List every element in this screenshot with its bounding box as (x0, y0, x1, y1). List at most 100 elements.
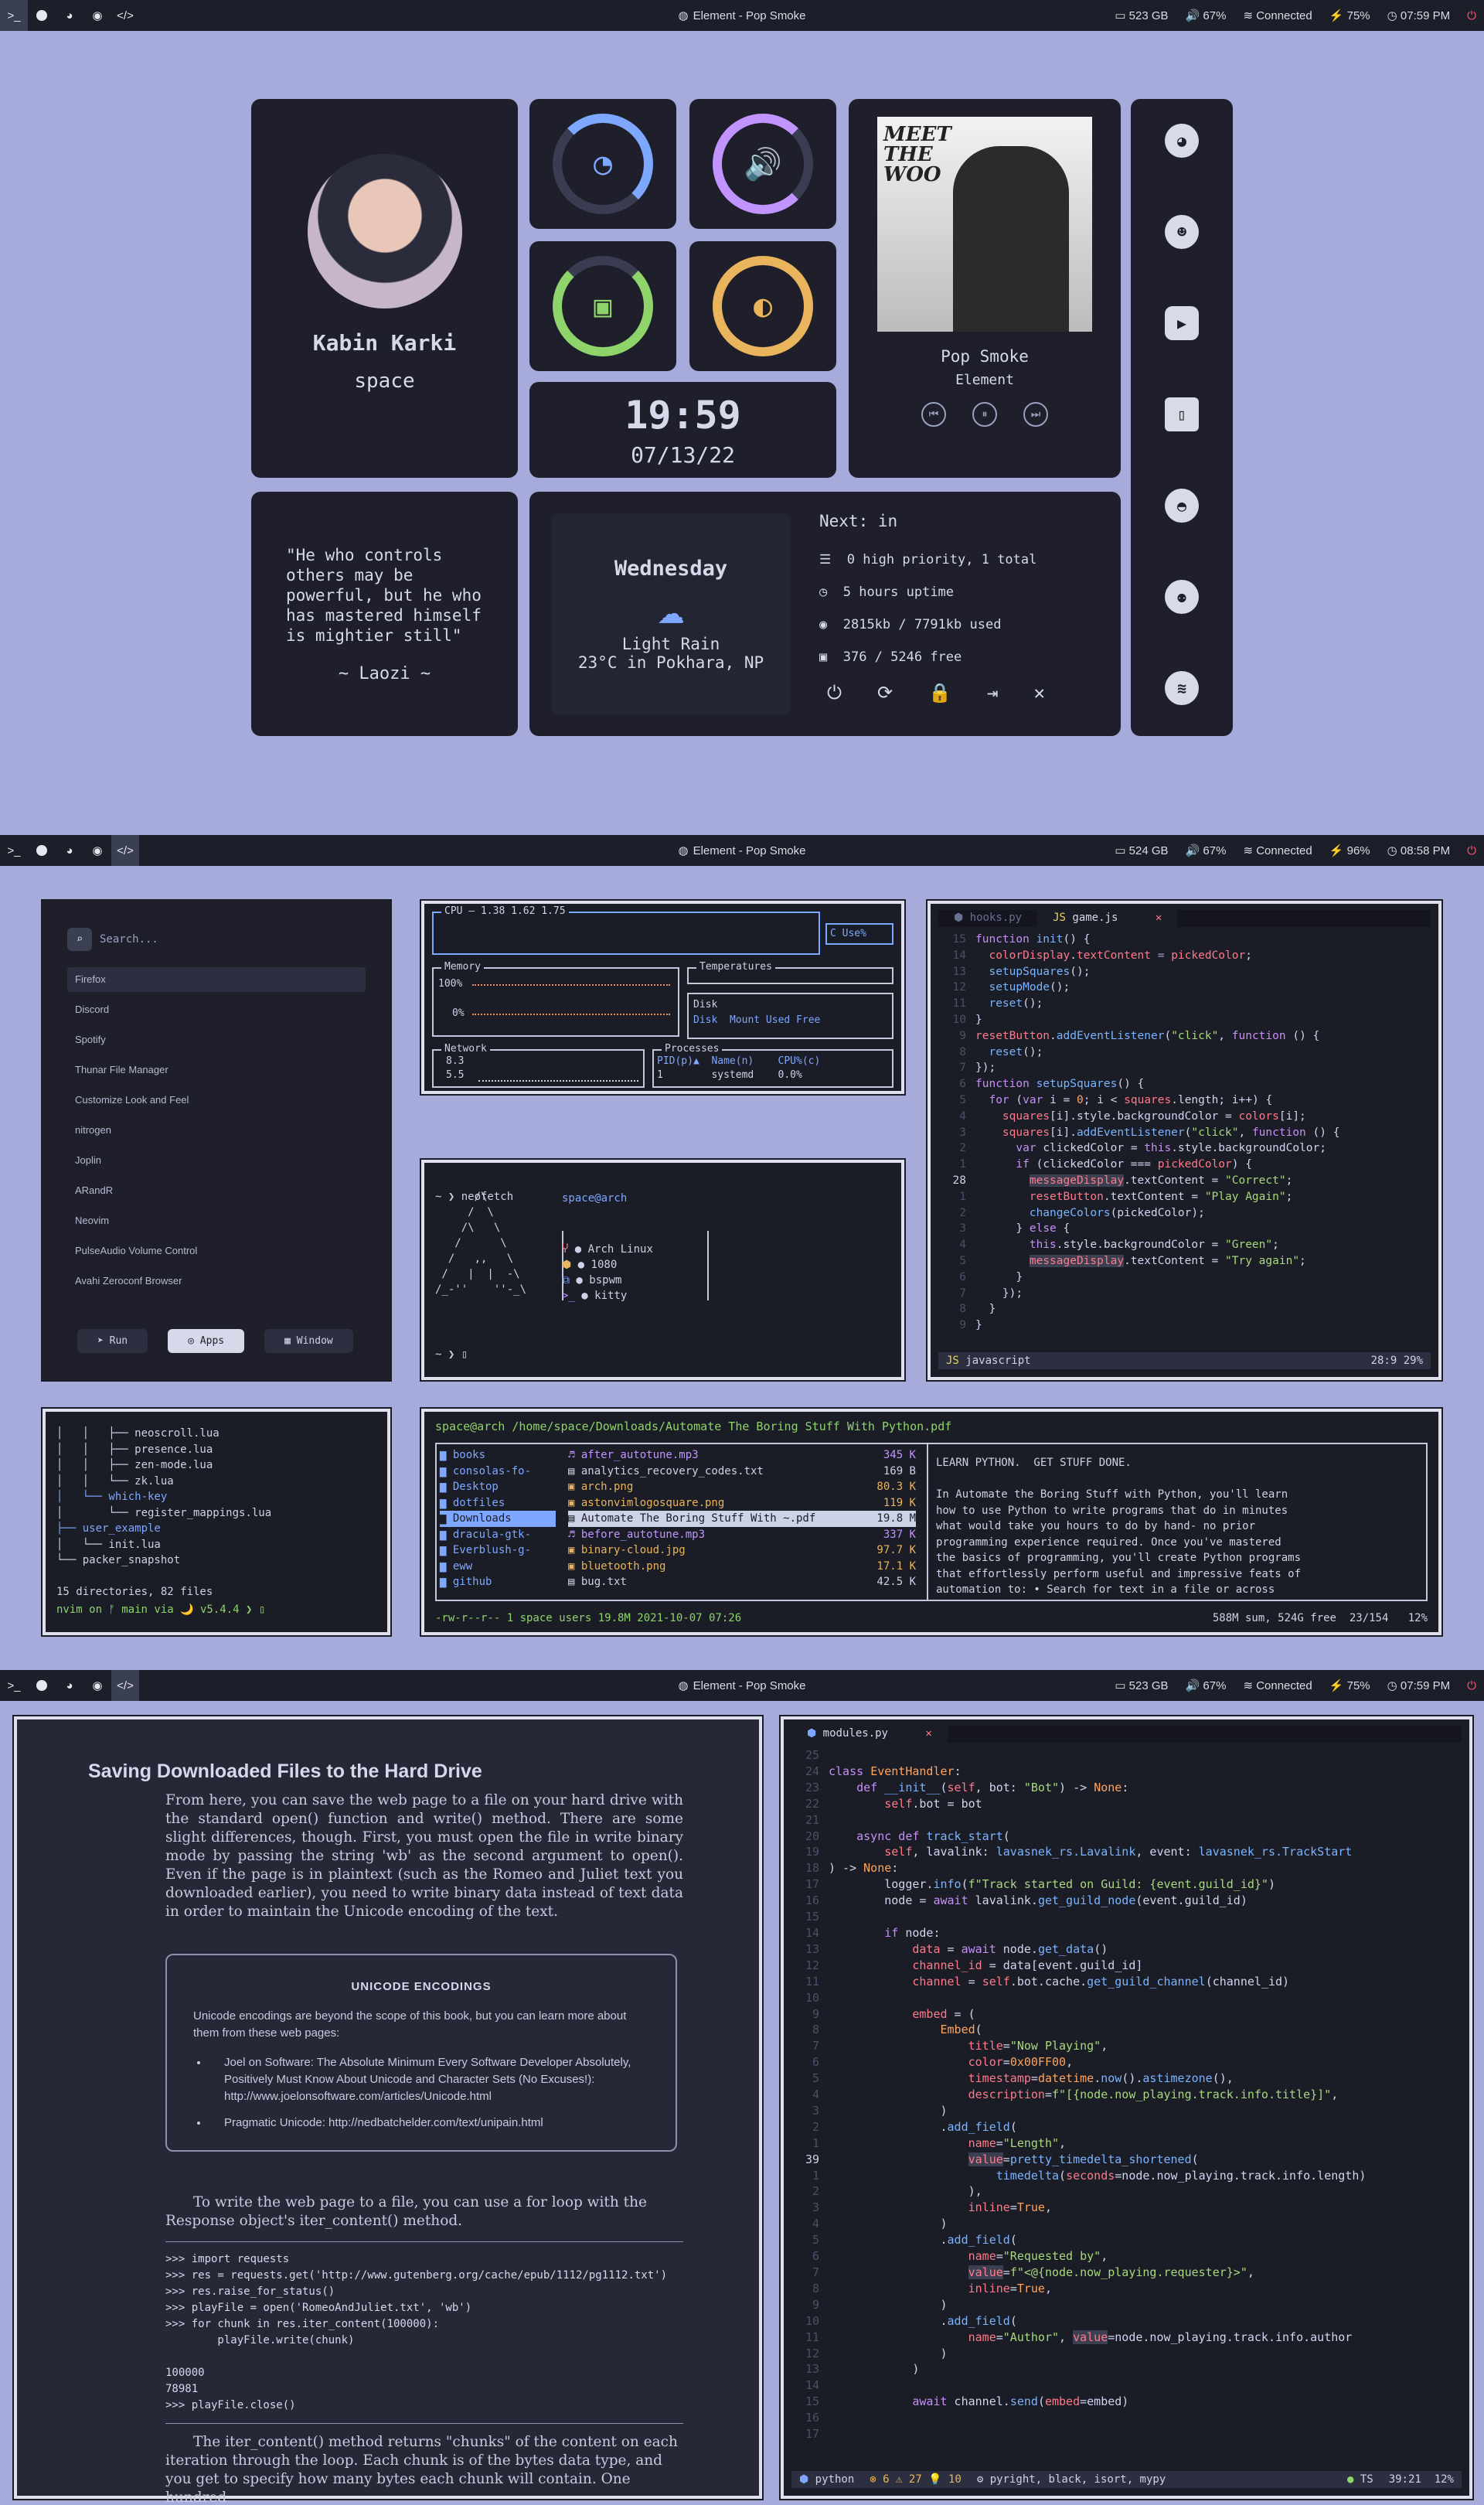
rain-cloud-icon: ☁ (657, 581, 685, 634)
file-item[interactable]: ▣ bluetooth.png 17.1 K (568, 1559, 916, 1575)
firefox-icon[interactable] (28, 0, 56, 31)
file-item[interactable]: ▣ binary-cloud.jpg 97.7 K (568, 1542, 916, 1559)
launcher-item[interactable]: Customize Look and Feel (67, 1088, 366, 1113)
run-button[interactable]: ➤ Run (77, 1329, 148, 1353)
lock-icon[interactable]: 🔒 (928, 682, 951, 704)
apps-button[interactable]: ◎ Apps (168, 1329, 245, 1353)
youtube-icon[interactable]: ▶ (1165, 306, 1199, 340)
weather-day: Wednesday (614, 556, 728, 581)
volume-status[interactable]: 🔊 67% (1186, 9, 1227, 22)
lsp-tools: ⚙ pyright, black, isort, mypy (976, 2473, 1166, 2486)
battery-widget[interactable]: ▣ (529, 241, 676, 371)
nvim-prompt[interactable]: nvim on ᚠ main via 🌙 v5.4.4 ❯ ▯ (56, 1604, 265, 1616)
close-icon[interactable]: ✕ (1033, 682, 1044, 704)
launcher-item[interactable]: Joplin (67, 1148, 366, 1173)
power-icon[interactable]: ⏻ (1467, 1679, 1476, 1692)
power-icon[interactable]: ⏻ (1467, 9, 1476, 22)
disk-summary: 588M sum, 524G free 23/154 12% (1212, 1612, 1428, 1624)
reddit-icon[interactable]: ☻ (1165, 215, 1199, 249)
launcher-item[interactable]: Avahi Zeroconf Browser (67, 1269, 366, 1293)
wifi-status[interactable]: ≋ Connected (1243, 9, 1312, 22)
directory-item[interactable]: ▆ consolas-fo- (440, 1464, 556, 1480)
terminal-icon[interactable]: >_ (0, 835, 28, 866)
neofetch-window: ~ ❯ neofetch /\ / \ /\ \ / \ / ,, \ / | … (420, 1158, 906, 1382)
pause-icon[interactable]: ⏸ (972, 401, 997, 427)
network-graph (478, 1069, 638, 1082)
file-item[interactable]: ▣ astonvimlogosquare.png 119 K (568, 1495, 916, 1512)
pdf-page[interactable]: Saving Downloaded Files to the Hard Driv… (88, 1762, 683, 2505)
directory-item[interactable]: ▆ github (440, 1574, 556, 1590)
firefox-icon[interactable] (28, 1670, 56, 1701)
directory-item[interactable]: ▆ Downloads (440, 1511, 556, 1527)
reboot-icon[interactable]: ⟳ (877, 682, 893, 704)
spotify-icon[interactable]: ◉ (83, 1670, 111, 1701)
launcher-item[interactable]: Neovim (67, 1208, 366, 1233)
editor-tabs: ⬢ modules.py ✕ (791, 1726, 1462, 1743)
launcher-item[interactable]: Thunar File Manager (67, 1058, 366, 1082)
next-icon[interactable]: ⏭ (1023, 401, 1048, 427)
tab-hooks[interactable]: ⬢ hooks.py (938, 910, 1037, 927)
discord-icon[interactable]: ◓ (1165, 489, 1199, 523)
element-icon: ◍ (678, 9, 689, 22)
network-box: Network 8.3 5.5 (432, 1043, 645, 1088)
code-icon[interactable]: </> (111, 0, 139, 31)
discord-icon[interactable]: ◕ (56, 835, 83, 866)
code-area[interactable]: 15 function init() { 14 colorDisplay.text… (938, 932, 1340, 1334)
file-item[interactable]: ▤ analytics_recovery_codes.txt 169 B (568, 1464, 916, 1480)
launcher-item[interactable]: Spotify (67, 1028, 366, 1052)
status-line: JS javascript 28:9 29% (938, 1352, 1431, 1369)
directory-item[interactable]: ▆ Desktop (440, 1479, 556, 1495)
search-icon: ⌕ (67, 928, 92, 951)
directory-item[interactable]: ▆ eww (440, 1559, 556, 1575)
search-input[interactable]: ⌕ Search... (67, 925, 366, 953)
file-item[interactable]: ▤ bug.txt 42.5 K (568, 1574, 916, 1590)
terminal-icon[interactable]: >_ (0, 1670, 28, 1701)
tab-modules[interactable]: ⬢ modules.py ✕ (791, 1726, 948, 1743)
pdf-paragraph: From here, you can save the web page to … (165, 1792, 683, 1920)
window-button[interactable]: ▦ Window (264, 1329, 353, 1353)
code-area[interactable]: 25 24 class EventHandler: 23 def __init__… (791, 1747, 1366, 2442)
neofetch-prompt2[interactable]: ~ ❯ ▯ (435, 1348, 468, 1361)
terminal-icon[interactable]: >_ (0, 0, 28, 31)
spotify-icon[interactable]: ◉ (83, 0, 111, 31)
clock-time: 19:59 (625, 392, 741, 438)
file-item[interactable]: ♬ after_autotune.mp3 345 K (568, 1447, 916, 1464)
directory-item[interactable]: ▆ dracula-gtk- (440, 1527, 556, 1543)
twitch-icon[interactable]: ▯ (1165, 397, 1199, 431)
launcher-item[interactable]: ARandR (67, 1178, 366, 1203)
wifi-status[interactable]: ≋ Connected (1243, 1679, 1312, 1692)
firefox-icon[interactable] (28, 835, 56, 866)
wifi-status[interactable]: ≋ Connected (1243, 844, 1312, 857)
logout-icon[interactable]: ⇥ (987, 682, 998, 704)
volume-widget[interactable]: 🔊 (689, 99, 836, 229)
directory-item[interactable]: ▆ Everblush-g- (440, 1542, 556, 1559)
brightness-widget[interactable]: ◐ (689, 241, 836, 371)
volume-ring: 🔊 (713, 114, 813, 214)
file-item[interactable]: ▤ Automate The Boring Stuff With ~.pdf 19… (568, 1511, 916, 1527)
file-item[interactable]: ▣ arch.png 80.3 K (568, 1479, 916, 1495)
pdf-paragraph: The iter_content() method returns "chunk… (165, 2434, 678, 2505)
power-icon[interactable]: ⏻ (1467, 844, 1476, 857)
discord-icon[interactable]: ◕ (56, 1670, 83, 1701)
tab-game[interactable]: JS game.js ✕ (1037, 910, 1178, 927)
launcher-item[interactable]: PulseAudio Volume Control (67, 1239, 366, 1263)
spotify-icon[interactable]: ◉ (83, 835, 111, 866)
path-header: space@arch /home/space/Downloads/Automat… (435, 1420, 952, 1433)
code-icon[interactable]: </> (111, 835, 139, 866)
firefox-icon[interactable]: ◕ (1165, 124, 1199, 158)
discord-icon[interactable]: ◕ (56, 0, 83, 31)
launcher-item[interactable]: nitrogen (67, 1118, 366, 1143)
power-icon[interactable]: ⏻ (827, 682, 842, 704)
launcher-item[interactable]: Discord (67, 997, 366, 1022)
github-icon[interactable]: ⚉ (1165, 580, 1199, 614)
code-icon[interactable]: </> (111, 1670, 139, 1701)
volume-status[interactable]: 🔊 67% (1186, 844, 1227, 857)
directory-item[interactable]: ▆ dotfiles (440, 1495, 556, 1512)
cpu-widget[interactable]: ◔ (529, 99, 676, 229)
directory-item[interactable]: ▆ books (440, 1447, 556, 1464)
previous-icon[interactable]: ⏮ (921, 401, 946, 427)
launcher-item[interactable]: Firefox (67, 967, 366, 992)
file-item[interactable]: ♬ before_autotune.mp3 337 K (568, 1527, 916, 1543)
volume-status[interactable]: 🔊 67% (1186, 1679, 1227, 1692)
spotify-icon[interactable]: ≋ (1165, 671, 1199, 705)
